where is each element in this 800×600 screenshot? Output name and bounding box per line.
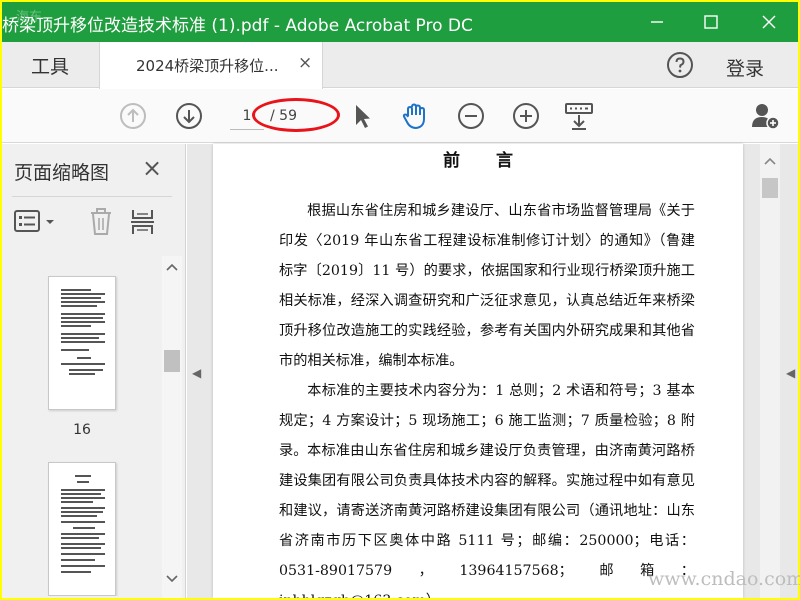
paragraph: 本标准由山东省住房和城乡建设厅负责管理，由济南黄河路桥建设集团有限公司负责具体技… <box>279 443 695 598</box>
scrollbar-arrows-icon <box>166 263 178 583</box>
tab-tools[interactable]: 工具 <box>2 42 98 88</box>
toolbar: 1 / 59 <box>2 89 798 143</box>
zoom-out-icon <box>458 103 484 129</box>
arrow-up-circle-icon <box>120 103 146 129</box>
title-bar[interactable]: 桥梁顶升移位改造技术标准 (1).pdf - Adobe Acrobat Pro… <box>2 2 798 42</box>
panel-close-button[interactable]: × <box>142 154 162 182</box>
help-button[interactable] <box>666 51 694 79</box>
thumbnail-list[interactable]: 16 <box>2 256 162 596</box>
acrobat-window: 桥梁顶升移位改造技术标准 (1).pdf - Adobe Acrobat Pro… <box>2 2 798 598</box>
scrollbar-thumb[interactable] <box>164 350 180 372</box>
keyboard-icon <box>565 103 593 130</box>
add-user-icon <box>752 104 780 130</box>
page-layout-button[interactable] <box>130 206 156 238</box>
panel-divider <box>12 196 172 197</box>
minimize-icon <box>651 21 663 23</box>
help-circle-icon <box>667 52 693 78</box>
page-thumbnail[interactable] <box>48 276 116 410</box>
close-icon <box>762 15 776 29</box>
cursor-icon <box>356 105 370 128</box>
thumbnail-page-number: 16 <box>73 422 91 438</box>
share-user-button[interactable] <box>748 99 782 133</box>
collapse-left-panel-button[interactable]: ◀ <box>192 366 201 380</box>
collapse-right-panel-button[interactable]: ◀ <box>786 366 795 380</box>
previous-page-button[interactable] <box>116 99 150 133</box>
keyboard-tool-button[interactable] <box>562 99 596 133</box>
hand-icon <box>402 103 425 129</box>
watermark-top-left: 海东 <box>16 10 43 25</box>
panel-title: 页面缩略图 <box>14 162 110 184</box>
arrow-down-circle-icon <box>176 103 202 129</box>
zoom-in-button[interactable] <box>509 99 543 133</box>
page-thumbnail[interactable] <box>48 462 116 596</box>
scroll-up-icon <box>764 157 776 165</box>
watermark-bottom-right: www.cndao.com <box>648 568 800 590</box>
thumbnail-scrollbar[interactable] <box>162 256 182 598</box>
tab-document[interactable]: 2024桥梁顶升移位... × <box>99 42 323 89</box>
select-tool-button[interactable] <box>345 99 379 133</box>
maximize-icon <box>704 15 718 29</box>
page-heading: 前言 <box>443 151 549 171</box>
paragraph: 根据山东省住房和城乡建设厅、山东省市场监督管理局《关于印发〈2019 年山东省工… <box>279 203 695 369</box>
zoom-out-button[interactable] <box>454 99 488 133</box>
delete-page-button[interactable] <box>88 206 114 238</box>
document-page: 前言 根据山东省住房和城乡建设厅、山东省市场监督管理局《关于印发〈2019 年山… <box>213 144 743 598</box>
tab-bar: 工具 2024桥梁顶升移位... × 登录 <box>2 42 798 89</box>
document-scrollbar[interactable] <box>760 144 780 598</box>
red-annotation-circle <box>252 98 340 132</box>
scrollbar-thumb[interactable] <box>762 178 778 198</box>
trash-icon <box>91 208 111 235</box>
split-page-icon <box>131 210 154 234</box>
list-options-icon <box>14 210 54 232</box>
thumbnail-options-button[interactable] <box>14 206 58 238</box>
document-tab-close-button[interactable]: × <box>298 53 312 73</box>
maximize-button[interactable] <box>688 2 734 42</box>
zoom-in-icon <box>513 103 539 129</box>
hand-tool-button[interactable] <box>398 99 432 133</box>
page-thumbnails-panel: 页面缩略图 × 16 <box>2 144 186 598</box>
document-view[interactable]: 前言 根据山东省住房和城乡建设厅、山东省市场监督管理局《关于印发〈2019 年山… <box>187 144 798 598</box>
close-button[interactable] <box>746 2 792 42</box>
window-title: 桥梁顶升移位改造技术标准 (1).pdf - Adobe Acrobat Pro… <box>2 16 473 36</box>
minimize-button[interactable] <box>634 2 680 42</box>
document-tab-label: 2024桥梁顶升移位... <box>136 57 279 75</box>
next-page-button[interactable] <box>172 99 206 133</box>
login-button[interactable]: 登录 <box>726 54 764 81</box>
